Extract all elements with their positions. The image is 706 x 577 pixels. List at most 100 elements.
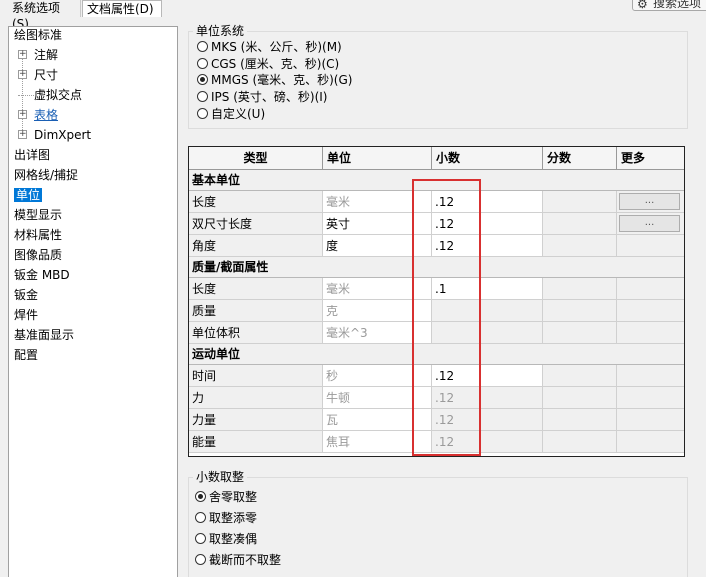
- tab-document-properties[interactable]: 文档属性(D): [82, 0, 162, 17]
- tree-item-label: 材料属性: [14, 228, 63, 242]
- header-fraction: 分数: [543, 147, 617, 170]
- tree-item-label: 表格: [34, 108, 59, 122]
- radio-label: CGS (厘米、克、秒)(C): [211, 57, 340, 71]
- table-cell-more: [617, 235, 684, 257]
- unit-system-radio-3[interactable]: IPS (英寸、磅、秒)(I): [197, 89, 327, 106]
- unit-system-radio-1[interactable]: CGS (厘米、克、秒)(C): [197, 56, 339, 73]
- rounding-radio-0[interactable]: 舍零取整: [195, 489, 257, 506]
- radio-button[interactable]: [197, 58, 208, 69]
- table-cell-more: [617, 300, 684, 322]
- unit-system-radio-2[interactable]: MMGS (毫米、克、秒)(G): [197, 72, 352, 89]
- table-cell-type: 角度: [189, 235, 323, 257]
- header-more: 更多: [617, 147, 684, 170]
- table-cell-fraction: [543, 300, 617, 322]
- tree-item-13[interactable]: 钣金: [14, 286, 38, 304]
- tree-item-label: 虚拟交点: [34, 88, 83, 102]
- table-cell-more: [617, 387, 684, 409]
- tab-system-options[interactable]: 系统选项(S): [8, 0, 81, 31]
- table-cell-fraction: [543, 235, 617, 257]
- tree-item-label: 模型显示: [14, 208, 63, 222]
- tree-item-5[interactable]: + DimXpert: [18, 126, 91, 144]
- search-options-button[interactable]: ⚙ 搜索选项: [632, 0, 706, 11]
- expand-icon[interactable]: +: [18, 50, 27, 59]
- radio-label: 取整凑偶: [209, 532, 258, 546]
- table-cell-fraction: [543, 191, 617, 213]
- table-cell-type: 长度: [189, 278, 323, 300]
- expand-icon[interactable]: +: [18, 70, 27, 79]
- table-cell-fraction: [543, 322, 617, 344]
- tree-item-11[interactable]: 图像品质: [14, 246, 62, 264]
- radio-button[interactable]: [195, 554, 206, 565]
- table-cell-type: 单位体积: [189, 322, 323, 344]
- header-unit: 单位: [323, 147, 432, 170]
- gear-icon: ⚙: [637, 0, 648, 11]
- table-cell-more: [617, 409, 684, 431]
- unit-system-radio-4[interactable]: 自定义(U): [197, 106, 265, 123]
- tree-item-label: 绘图标准: [14, 28, 63, 42]
- table-cell-fraction: [543, 431, 617, 453]
- radio-label: 自定义(U): [211, 107, 266, 121]
- table-cell-fraction: [543, 409, 617, 431]
- radio-button[interactable]: [197, 74, 208, 85]
- radio-button[interactable]: [195, 512, 206, 523]
- tree-item-label: DimXpert: [34, 128, 92, 142]
- tree-item-label: 注解: [34, 48, 59, 62]
- rounding-radio-3[interactable]: 截断而不取整: [195, 552, 281, 569]
- tree-item-0[interactable]: 绘图标准: [14, 26, 62, 44]
- table-cell-more: [617, 431, 684, 453]
- radio-button[interactable]: [197, 91, 208, 102]
- tree-item-8[interactable]: 单位: [14, 186, 43, 204]
- table-cell-more: [617, 322, 684, 344]
- tree-item-3[interactable]: 虚拟交点: [18, 86, 82, 104]
- tree-item-16[interactable]: 配置: [14, 346, 38, 364]
- table-cell-type: 时间: [189, 365, 323, 387]
- table-cell-fraction: [543, 278, 617, 300]
- tree-item-15[interactable]: 基准面显示: [14, 326, 74, 344]
- more-options-button[interactable]: ...: [619, 193, 680, 210]
- expand-icon[interactable]: +: [18, 110, 27, 119]
- rounding-radio-1[interactable]: 取整添零: [195, 510, 257, 527]
- table-cell-more: ...: [617, 191, 684, 213]
- tree-item-label: 焊件: [14, 308, 39, 322]
- header-decimal: 小数: [432, 147, 543, 170]
- tree-item-2[interactable]: + 尺寸: [18, 66, 58, 84]
- tree-item-12[interactable]: 钣金 MBD: [14, 266, 70, 284]
- tree-item-label: 配置: [14, 348, 39, 362]
- tree-item-14[interactable]: 焊件: [14, 306, 38, 324]
- tree-item-7[interactable]: 网格线/捕捉: [14, 166, 78, 184]
- tree-item-10[interactable]: 材料属性: [14, 226, 62, 244]
- tree-item-6[interactable]: 出详图: [14, 146, 50, 164]
- radio-label: MKS (米、公斤、秒)(M): [211, 40, 342, 54]
- tree-item-label: 钣金 MBD: [14, 268, 70, 282]
- radio-button[interactable]: [195, 533, 206, 544]
- header-type: 类型: [189, 147, 323, 170]
- tree-item-1[interactable]: + 注解: [18, 46, 58, 64]
- tab-bar: 系统选项(S) 文档属性(D) ⚙ 搜索选项: [0, 0, 706, 31]
- radio-button[interactable]: [197, 108, 208, 119]
- radio-button[interactable]: [195, 491, 206, 502]
- table-cell-type: 双尺寸长度: [189, 213, 323, 235]
- tree-item-label: 单位: [14, 188, 43, 202]
- tree-item-label: 基准面显示: [14, 328, 75, 342]
- more-options-button[interactable]: ...: [619, 215, 680, 232]
- radio-label: 取整添零: [209, 511, 258, 525]
- radio-label: MMGS (毫米、克、秒)(G): [211, 73, 353, 87]
- tree-item-label: 出详图: [14, 148, 51, 162]
- table-cell-more: [617, 365, 684, 387]
- decimal-column-highlight: [412, 179, 481, 456]
- tree-item-label: 钣金: [14, 288, 39, 302]
- tree-item-label: 尺寸: [34, 68, 59, 82]
- table-cell-fraction: [543, 387, 617, 409]
- radio-button[interactable]: [197, 41, 208, 52]
- tree-item-4[interactable]: + 表格: [18, 106, 58, 124]
- expand-icon[interactable]: +: [18, 130, 27, 139]
- table-cell-type: 长度: [189, 191, 323, 213]
- unit-system-radio-0[interactable]: MKS (米、公斤、秒)(M): [197, 39, 342, 56]
- search-options-label: 搜索选项: [653, 0, 702, 10]
- table-cell-type: 质量: [189, 300, 323, 322]
- rounding-radio-2[interactable]: 取整凑偶: [195, 531, 257, 548]
- radio-label: 舍零取整: [209, 490, 258, 504]
- unit-system-title: 单位系统: [193, 24, 248, 38]
- table-cell-more: [617, 278, 684, 300]
- tree-item-9[interactable]: 模型显示: [14, 206, 62, 224]
